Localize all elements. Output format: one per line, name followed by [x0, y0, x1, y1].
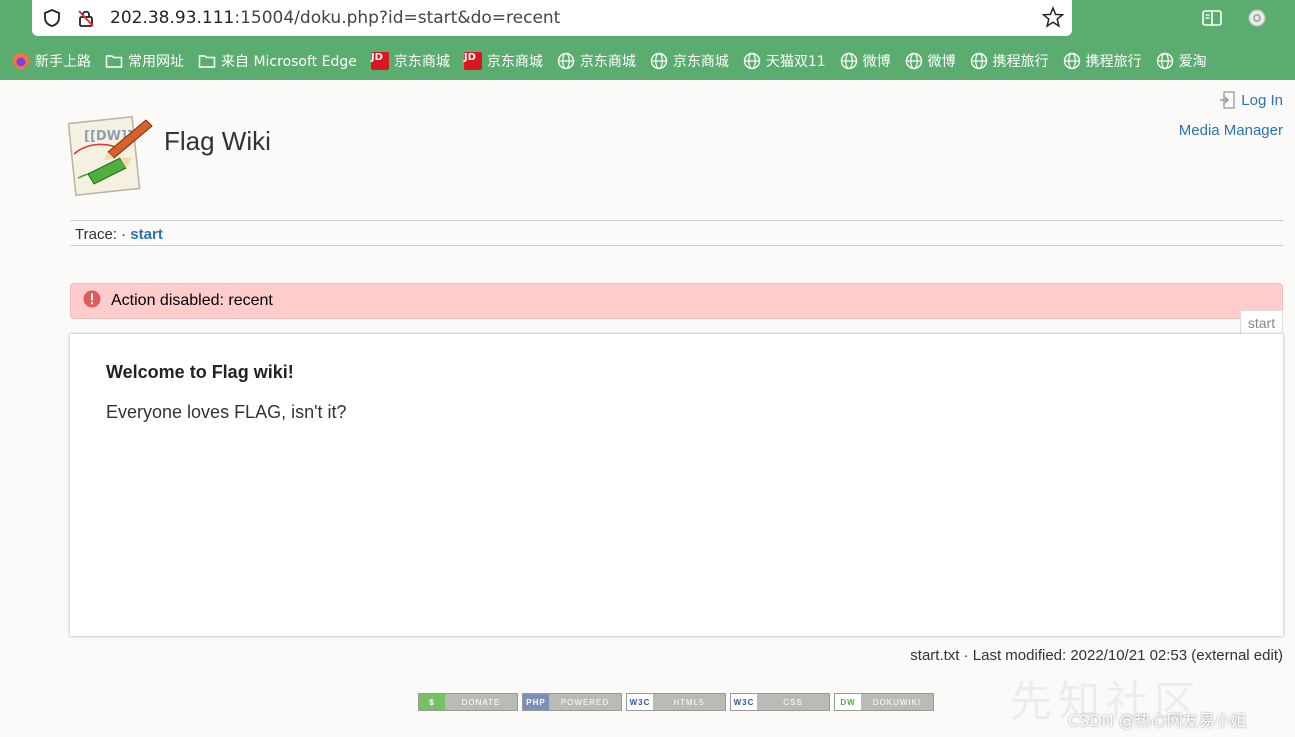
badge-left: DW — [835, 694, 861, 710]
bookmark-item[interactable]: 天猫双11 — [743, 48, 826, 74]
shield-icon[interactable] — [42, 8, 62, 33]
badge-left: $ — [419, 694, 445, 710]
insecure-lock-icon[interactable] — [76, 8, 96, 33]
jd-icon: JD — [370, 52, 389, 70]
bookmark-label: 京东商城 — [672, 54, 729, 70]
dokuwiki-badge[interactable]: DW DOKUWIKI — [834, 693, 934, 711]
badge-right: HTML5 — [673, 697, 705, 707]
html5-badge[interactable]: W3C HTML5 — [626, 693, 726, 711]
error-icon — [83, 290, 101, 313]
badge-left: W3C — [627, 694, 653, 710]
bookmark-label: 携程旅行 — [992, 54, 1049, 70]
jd-icon: JD — [463, 52, 482, 70]
globe-icon — [1156, 52, 1174, 70]
bookmarks-bar: 新手上路 常用网址 来自 Microsoft Edge JD 京东商城 JD 京… — [12, 48, 1221, 74]
badge-right: POWERED — [560, 697, 610, 707]
breadcrumb: Trace: · start — [70, 220, 1283, 246]
globe-icon — [840, 52, 858, 70]
site-title[interactable]: Flag Wiki — [164, 126, 271, 157]
media-manager-link[interactable]: Media Manager — [1179, 122, 1283, 139]
bookmark-folder[interactable]: 常用网址 — [105, 48, 184, 74]
bookmark-item[interactable]: 爱淘 — [1156, 48, 1207, 74]
css-badge[interactable]: W3C CSS — [730, 693, 830, 711]
bookmark-label: 京东商城 — [486, 54, 543, 70]
login-label: Log In — [1241, 91, 1283, 109]
login-link[interactable]: Log In — [1219, 91, 1283, 109]
login-icon — [1219, 91, 1235, 109]
breadcrumb-label: Trace: — [75, 226, 117, 243]
extension-icon[interactable] — [1247, 8, 1267, 33]
reading-view-icon[interactable] — [1201, 8, 1223, 33]
bookmark-label: 京东商城 — [393, 54, 450, 70]
badge-left: W3C — [731, 694, 757, 710]
bookmark-item[interactable]: 京东商城 — [650, 48, 729, 74]
dokuwiki-logo[interactable]: [[DW]] — [67, 112, 154, 201]
badge-left: PHP — [523, 694, 549, 710]
bookmark-item[interactable]: JD 京东商城 — [370, 48, 450, 74]
page-heading: Welcome to Flag wiki! — [106, 362, 294, 382]
folder-icon — [198, 52, 216, 70]
bookmark-item[interactable]: 京东商城 — [557, 48, 636, 74]
badge-right: CSS — [783, 697, 803, 707]
bookmark-label: 新手上路 — [35, 54, 91, 70]
error-alert: Action disabled: recent — [70, 283, 1283, 319]
bookmark-item[interactable]: 微博 — [905, 48, 956, 74]
globe-icon — [557, 52, 575, 70]
breadcrumb-link-start[interactable]: start — [130, 226, 163, 243]
bookmark-item[interactable]: 携程旅行 — [1063, 48, 1142, 74]
footer-badges: $ DONATE PHP POWERED W3C HTML5 W3C CSS D… — [418, 693, 938, 711]
bookmark-label: 微博 — [927, 54, 956, 70]
globe-icon — [905, 52, 923, 70]
page-id-tab: start — [1240, 310, 1283, 336]
globe-icon — [970, 52, 988, 70]
bookmark-item[interactable]: 新手上路 — [12, 48, 91, 74]
watermark-csdn: CSDN @热心网友易小姐 — [1068, 711, 1247, 730]
alert-message: Action disabled: recent — [111, 292, 273, 309]
globe-icon — [743, 52, 761, 70]
browser-chrome: 202.38.93.111:15004/doku.php?id=start&do… — [0, 0, 1295, 80]
php-badge[interactable]: PHP POWERED — [522, 693, 622, 711]
star-icon[interactable] — [1041, 6, 1065, 33]
bookmark-item[interactable]: 微博 — [840, 48, 891, 74]
url-host: 202.38.93.111 — [110, 8, 235, 28]
bookmark-label: 携程旅行 — [1085, 54, 1142, 70]
bookmark-label: 爱淘 — [1178, 54, 1207, 70]
bookmark-item[interactable]: JD 京东商城 — [463, 48, 543, 74]
bookmark-label: 京东商城 — [579, 54, 636, 70]
url-path: :15004/doku.php?id=start&do=recent — [234, 8, 561, 28]
bookmark-label: 常用网址 — [128, 54, 184, 70]
bookmark-label: 天猫双11 — [765, 54, 826, 70]
breadcrumb-separator: · — [121, 226, 127, 243]
address-bar[interactable]: 202.38.93.111:15004/doku.php?id=start&do… — [32, 0, 1072, 36]
bookmark-item[interactable]: 携程旅行 — [970, 48, 1049, 74]
badge-right: DONATE — [461, 697, 501, 707]
globe-icon — [1063, 52, 1081, 70]
page-content: Welcome to Flag wiki! Everyone loves FLA… — [70, 334, 1283, 636]
firefox-icon — [12, 52, 30, 70]
url-text[interactable]: 202.38.93.111:15004/doku.php?id=start&do… — [110, 8, 560, 28]
bookmark-label: 微博 — [862, 54, 891, 70]
bookmark-folder[interactable]: 来自 Microsoft Edge — [198, 48, 357, 74]
globe-icon — [650, 52, 668, 70]
donate-badge[interactable]: $ DONATE — [418, 693, 518, 711]
doc-info: start.txt · Last modified: 2022/10/21 02… — [910, 647, 1283, 664]
bookmark-label: 来自 Microsoft Edge — [221, 54, 357, 70]
folder-icon — [105, 52, 123, 70]
badge-right: DOKUWIKI — [872, 697, 922, 707]
page-paragraph: Everyone loves FLAG, isn't it? — [106, 402, 347, 422]
